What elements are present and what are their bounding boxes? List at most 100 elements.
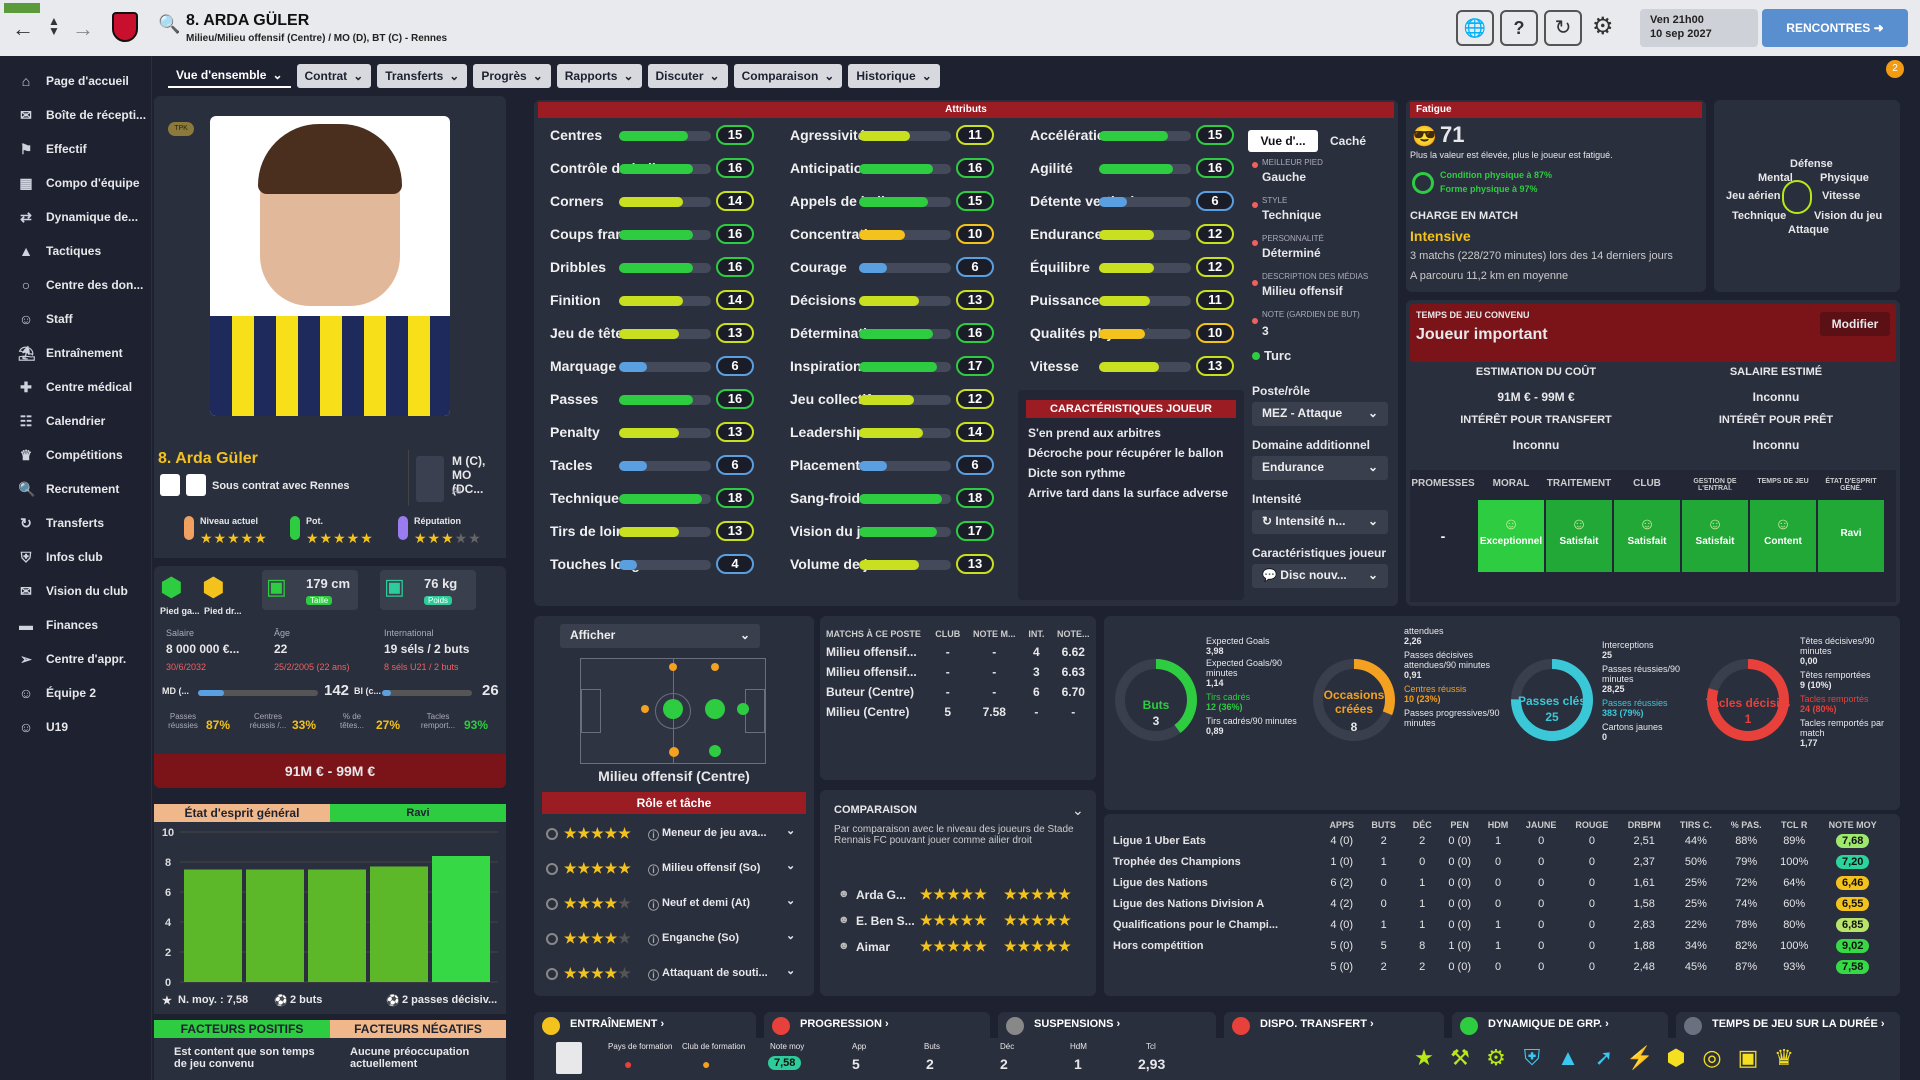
up-down-icon[interactable]: ▲ ▼ (48, 15, 60, 37)
radio-icon[interactable] (546, 968, 558, 980)
intensity-dropdown[interactable]: ↻ Intensité n... ⌄ (1252, 510, 1388, 534)
position-dropdown[interactable]: Afficher ⌄ (560, 624, 760, 648)
sidebar-item[interactable]: ⛨ Infos club (0, 540, 151, 574)
sidebar-item[interactable]: ⚑ Effectif (0, 132, 151, 166)
hexagon-icon[interactable]: ⬢ (1662, 1044, 1690, 1072)
role-row[interactable]: ★★★★★ ⓘ Neuf et demi (At) ⌄ (542, 890, 806, 925)
sidebar-item[interactable]: ✚ Centre médical (0, 370, 151, 404)
comparison-row[interactable]: ☻ Arda G... ★★★★★ ★★★★★ (834, 884, 1084, 910)
back-arrow-icon[interactable]: ← (12, 16, 34, 42)
comparison-title[interactable]: COMPARAISON (834, 804, 917, 816)
tab[interactable]: Vue d'ensemble ⌄ (168, 64, 291, 88)
table-row[interactable]: Qualifications pour le Champi... 4 (0) 1 1 0… (1108, 914, 1888, 935)
bottom-tab[interactable]: DISPO. TRANSFERT › (1224, 1012, 1444, 1040)
gear-icon[interactable]: ⚙ (1592, 12, 1614, 41)
bottom-tab[interactable]: ENTRAÎNEMENT › (534, 1012, 756, 1040)
table-row[interactable]: Ligue 1 Uber Eats 4 (0) 2 2 0 (0) 1 0 0 2,51 44% 8… (1108, 830, 1888, 851)
info-icon[interactable]: ⓘ (648, 862, 659, 878)
bottom-tab[interactable]: SUSPENSIONS › (998, 1012, 1216, 1040)
globe-icon[interactable]: 🌐 (1456, 10, 1494, 46)
role-dropdown[interactable]: MEZ - Attaque ⌄ (1252, 402, 1388, 426)
sidebar-item[interactable]: ⇄ Dynamique de... (0, 200, 151, 234)
forward-arrow-icon[interactable]: → (72, 16, 94, 42)
wrench-icon[interactable]: ⚒ (1446, 1044, 1474, 1072)
traits-dropdown[interactable]: 💬 Disc nouv... ⌄ (1252, 564, 1388, 588)
tab[interactable]: Historique ⌄ (848, 64, 940, 88)
chevron-down-icon[interactable]: ⌄ (786, 824, 795, 837)
help-icon[interactable]: ? (1500, 10, 1538, 46)
sidebar-item[interactable]: ▬ Finances (0, 608, 151, 642)
sidebar-item[interactable]: ☺ Équipe 2 (0, 676, 151, 710)
tab[interactable]: Contrat ⌄ (296, 64, 372, 88)
chevron-down-icon[interactable]: ⌄ (786, 929, 795, 942)
role-row[interactable]: ★★★★★ ⓘ Meneur de jeu ava... ⌄ (542, 820, 806, 855)
table-row[interactable]: Ligue des Nations 6 (2) 0 1 0 (0) 0 0 0 1,61 25% 7… (1108, 872, 1888, 893)
bottom-tab[interactable]: PROGRESSION › (764, 1012, 990, 1040)
star-badge-icon[interactable]: ★ (1410, 1044, 1438, 1072)
sidebar-item[interactable]: ☺ Staff (0, 302, 151, 336)
search-icon[interactable]: 🔍 (158, 14, 180, 35)
tab[interactable]: Discuter ⌄ (647, 64, 728, 88)
morale-tab-ravi[interactable]: Ravi (330, 804, 506, 822)
table-row[interactable]: Trophée des Champions 1 (0) 1 0 0 (0) 0 0 0 2,37… (1108, 851, 1888, 872)
sidebar-item[interactable]: 🔍 Recrutement (0, 472, 151, 506)
gear-badge-icon[interactable]: ⚙ (1482, 1044, 1510, 1072)
role-row[interactable]: ★★★★★ ⓘ Milieu offensif (So) ⌄ (542, 855, 806, 890)
role-row[interactable]: ★★★★★ ⓘ Attaquant de souti... ⌄ (542, 960, 806, 995)
chevron-down-icon[interactable]: ⌄ (786, 964, 795, 977)
boot-icon[interactable]: ▲ (1554, 1044, 1582, 1072)
table-row[interactable]: Hors compétition 5 (0) 5 8 1 (0) 1 0 0 1,88 34% 82… (1108, 935, 1888, 956)
bottom-tab[interactable]: TEMPS DE JEU SUR LA DURÉE › (1676, 1012, 1900, 1040)
sidebar-item[interactable]: ♛ Compétitions (0, 438, 151, 472)
negative-factors-tab[interactable]: FACTEURS NÉGATIFS (330, 1020, 506, 1038)
badge-icon[interactable]: ▣ (1734, 1044, 1762, 1072)
date-display[interactable]: Ven 21h00 10 sep 2027 (1640, 9, 1758, 47)
modify-button[interactable]: Modifier (1820, 312, 1890, 336)
role-row[interactable]: ★★★★★ ⓘ Enganche (So) ⌄ (542, 925, 806, 960)
arrows-icon[interactable]: ➚ (1590, 1044, 1618, 1072)
info-icon[interactable]: ⓘ (648, 932, 659, 948)
radio-icon[interactable] (546, 898, 558, 910)
sidebar-item[interactable]: ➢ Centre d'appr. (0, 642, 151, 676)
chevron-down-icon[interactable]: ⌄ (1072, 802, 1084, 819)
sidebar-item[interactable]: ▦ Compo d'équipe (0, 166, 151, 200)
shield-icon[interactable]: ⛨ (1518, 1044, 1546, 1072)
matches-button[interactable]: RENCONTRES ➜ (1762, 9, 1908, 47)
lightning-icon[interactable]: ⚡ (1626, 1044, 1654, 1072)
radio-icon[interactable] (546, 863, 558, 875)
positive-factors-tab[interactable]: FACTEURS POSITIFS (154, 1020, 330, 1038)
comparison-row[interactable]: ☻ Aimar ★★★★★ ★★★★★ (834, 936, 1084, 962)
sidebar-item[interactable]: ☺ U19 (0, 710, 151, 744)
target-icon[interactable]: ◎ (1698, 1044, 1726, 1072)
sidebar-item[interactable]: ✉ Vision du club (0, 574, 151, 608)
sidebar-item[interactable]: ⛱ Entraînement (0, 336, 151, 370)
comparison-row[interactable]: ☻ E. Ben S... ★★★★★ ★★★★★ (834, 910, 1084, 936)
radio-icon[interactable] (546, 933, 558, 945)
view-toggle-visible[interactable]: Vue d'... (1248, 130, 1318, 152)
sidebar-item[interactable]: ☷ Calendrier (0, 404, 151, 438)
sidebar-item[interactable]: ○ Centre des don... (0, 268, 151, 302)
sidebar-item[interactable]: ⌂ Page d'accueil (0, 64, 151, 98)
tab[interactable]: Progrès ⌄ (473, 64, 551, 88)
radio-icon[interactable] (546, 828, 558, 840)
bottom-tab[interactable]: DYNAMIQUE DE GRP. › (1452, 1012, 1668, 1040)
chevron-down-icon[interactable]: ⌄ (786, 859, 795, 872)
tab[interactable]: Rapports ⌄ (556, 64, 642, 88)
table-row[interactable]: 5 (0) 2 2 0 (0) 0 0 0 2,48 45% 87% 93% 7,58 (1108, 956, 1888, 977)
info-icon[interactable]: ⓘ (648, 967, 659, 983)
info-icon[interactable]: ⓘ (648, 897, 659, 913)
chevron-down-icon[interactable]: ⌄ (786, 894, 795, 907)
view-toggle-hidden[interactable]: Caché (1330, 134, 1366, 148)
refresh-icon[interactable]: ↻ (1544, 10, 1582, 46)
info-icon[interactable]: ⓘ (648, 827, 659, 843)
sidebar-item[interactable]: ↻ Transferts (0, 506, 151, 540)
domain-dropdown[interactable]: Endurance ⌄ (1252, 456, 1388, 480)
tab[interactable]: Comparaison ⌄ (733, 64, 843, 88)
morale-tab-general[interactable]: État d'esprit général (154, 804, 330, 822)
table-row[interactable]: Ligue des Nations Division A 4 (2) 0 1 0 (0)… (1108, 893, 1888, 914)
club-crest-icon[interactable] (112, 12, 138, 42)
tab[interactable]: Transferts ⌄ (377, 64, 468, 88)
notification-badge[interactable]: 2 (1886, 60, 1904, 78)
sidebar-item[interactable]: ▲ Tactiques (0, 234, 151, 268)
crown-icon[interactable]: ♛ (1770, 1044, 1798, 1072)
